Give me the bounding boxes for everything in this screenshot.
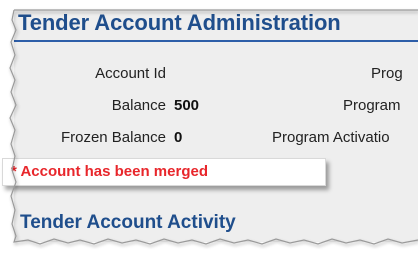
frozen-balance-label: Frozen Balance [60, 129, 166, 146]
balance-label: Balance [111, 97, 166, 114]
account-id-label: Account Id [95, 65, 166, 82]
balance-value: 500 [174, 97, 200, 114]
program-name-label: Program [343, 97, 401, 114]
program-label: Prog [371, 65, 403, 82]
tender-account-activity-heading: Tender Account Activity [20, 212, 236, 233]
program-activation-label: Program Activatio [272, 129, 390, 146]
merged-notice-callout: * Account has been merged [2, 158, 326, 186]
tender-account-panel: Tender Account Administration Account Id… [14, 10, 418, 242]
screenshot-frame: Tender Account Administration Account Id… [0, 0, 418, 253]
page-title: Tender Account Administration [18, 10, 341, 35]
title-divider [14, 40, 418, 42]
merged-notice-text: * Account has been merged [11, 163, 208, 180]
frozen-balance-value: 0 [174, 129, 183, 146]
